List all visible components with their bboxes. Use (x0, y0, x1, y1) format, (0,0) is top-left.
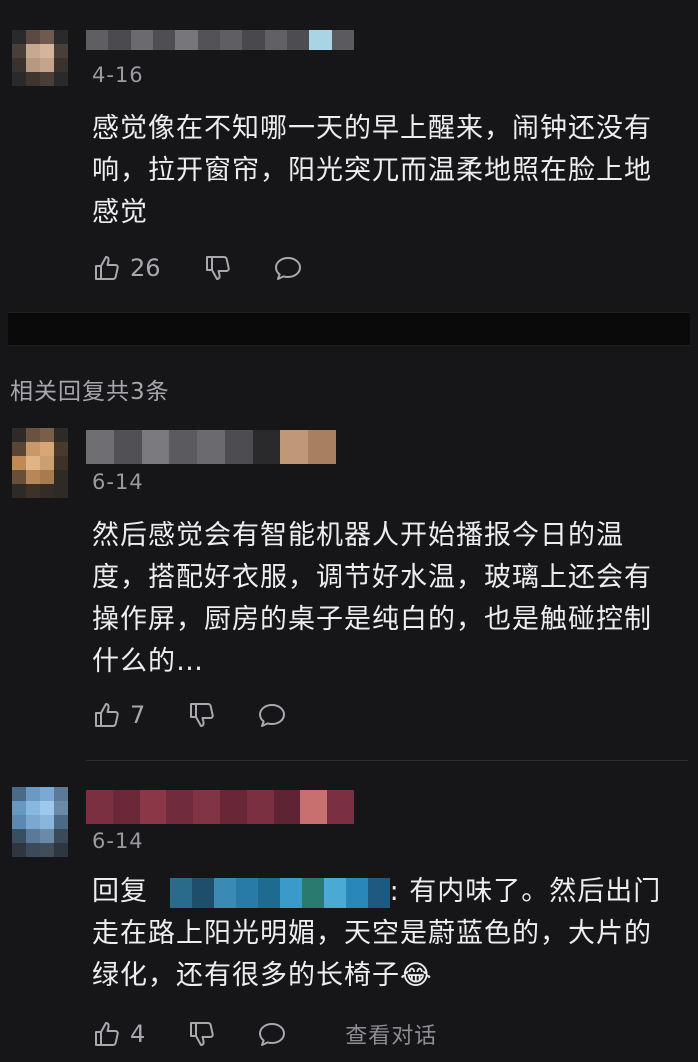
like-count: 4 (130, 1020, 146, 1048)
dislike-button[interactable] (203, 253, 233, 283)
comment-date: 4-16 (92, 63, 144, 87)
username-blurred[interactable] (86, 430, 336, 464)
view-conversation-link[interactable]: 查看对话 (345, 1018, 437, 1050)
username-blurred[interactable] (86, 30, 354, 50)
thumbs-up-icon (95, 256, 119, 280)
reply-button[interactable] (257, 700, 287, 730)
like-count: 7 (130, 701, 146, 729)
thumbs-down-icon (205, 256, 230, 280)
avatar[interactable] (12, 787, 68, 857)
comment-bubble-icon (274, 257, 301, 280)
reply-text: 然后感觉会有智能机器人开始播报今日的温度，搭配好衣服，调节好水温，玻璃上还会有操… (92, 520, 652, 677)
comment-bubble-icon (259, 704, 286, 727)
reply-prefix: 回复 (92, 876, 148, 907)
reply-button[interactable] (273, 253, 303, 283)
replies-count-label: 相关回复共3条 (10, 379, 170, 405)
username-blurred[interactable] (86, 790, 354, 824)
reply-text: 回复 : 有内味了。然后出门走在路上阳光明媚，天空是蔚蓝色的，大片的绿化，还有很… (92, 871, 677, 997)
reply-date: 6-14 (92, 829, 144, 853)
reply-button[interactable] (257, 1019, 287, 1049)
reply-actions: 4 查看对话 (92, 1018, 437, 1050)
comment-actions: 26 (92, 253, 303, 283)
thumbs-up-icon (95, 1022, 119, 1046)
avatar[interactable] (12, 428, 68, 498)
section-divider (8, 312, 690, 346)
laughing-emoji-icon: 😂 (400, 960, 433, 991)
thumbs-down-icon (190, 703, 215, 727)
replied-user-blurred[interactable] (169, 877, 390, 908)
dislike-button[interactable] (187, 1019, 217, 1049)
comment-text: 感觉像在不知哪一天的早上醒来，闹钟还没有响，拉开窗帘，阳光突兀而温柔地照在脸上地… (92, 113, 652, 228)
dislike-button[interactable] (187, 700, 217, 730)
like-button[interactable]: 7 (92, 700, 145, 730)
reply-divider (86, 760, 688, 761)
like-count: 26 (130, 254, 161, 282)
reply-date: 6-14 (92, 470, 144, 494)
avatar[interactable] (12, 30, 68, 86)
reply-actions: 7 (92, 700, 287, 730)
like-button[interactable]: 4 (92, 1019, 145, 1049)
thumbs-down-icon (190, 1022, 215, 1046)
thumbs-up-icon (95, 703, 119, 727)
comment-bubble-icon (259, 1023, 286, 1046)
like-button[interactable]: 26 (92, 253, 161, 283)
